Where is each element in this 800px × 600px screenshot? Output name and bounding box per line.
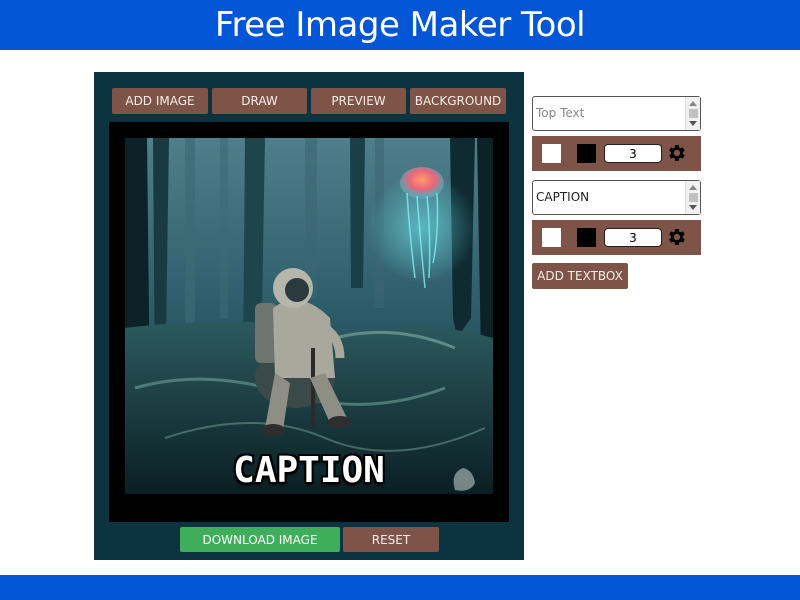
forest-astronaut-image	[125, 138, 493, 494]
canvas-caption-text[interactable]: CAPTION	[125, 450, 493, 491]
textbox-controls: ADD TEXTBOX	[532, 96, 702, 289]
download-image-button[interactable]: DOWNLOAD IMAGE	[180, 527, 340, 552]
add-image-button[interactable]: ADD IMAGE	[112, 88, 208, 114]
draw-button[interactable]: DRAW	[212, 88, 307, 114]
gear-icon[interactable]	[665, 226, 687, 248]
caption-text-scrollbar[interactable]	[685, 181, 700, 214]
footer-bar	[0, 575, 800, 600]
image-canvas[interactable]: CAPTION	[125, 138, 493, 494]
top-text-fill-color[interactable]	[542, 144, 561, 163]
caption-fill-color[interactable]	[542, 228, 561, 247]
canvas-frame: CAPTION	[109, 122, 509, 522]
arrow-up-icon[interactable]	[689, 101, 697, 106]
caption-text-box	[532, 180, 701, 215]
top-text-box	[532, 96, 701, 131]
top-text-size-input[interactable]	[604, 144, 662, 163]
add-textbox-button[interactable]: ADD TEXTBOX	[532, 263, 628, 289]
preview-button[interactable]: PREVIEW	[311, 88, 406, 114]
arrow-up-icon[interactable]	[689, 185, 697, 190]
top-text-input[interactable]	[533, 97, 685, 130]
gear-icon[interactable]	[665, 142, 687, 164]
background-button[interactable]: BACKGROUND	[410, 88, 506, 114]
scroll-thumb[interactable]	[689, 109, 698, 118]
caption-size-input[interactable]	[604, 228, 662, 247]
top-text-scrollbar[interactable]	[685, 97, 700, 130]
arrow-down-icon[interactable]	[689, 121, 697, 126]
reset-button[interactable]: RESET	[343, 527, 439, 552]
editor-panel: ADD IMAGE DRAW PREVIEW BACKGROUND CAPTIO…	[94, 72, 524, 560]
top-text-style-row	[532, 136, 701, 171]
arrow-down-icon[interactable]	[689, 205, 697, 210]
caption-text-input[interactable]	[533, 181, 685, 214]
caption-style-row	[532, 220, 701, 255]
caption-stroke-color[interactable]	[577, 228, 596, 247]
header-bar: Free Image Maker Tool	[0, 0, 800, 50]
scroll-thumb[interactable]	[689, 193, 698, 202]
page-title: Free Image Maker Tool	[214, 5, 586, 45]
top-text-stroke-color[interactable]	[577, 144, 596, 163]
